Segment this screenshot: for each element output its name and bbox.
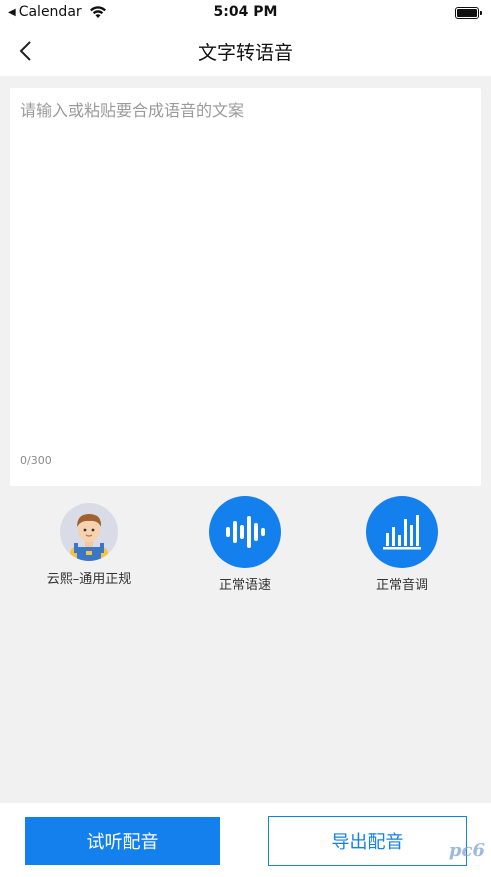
pitch-label: 正常音调 xyxy=(375,578,428,593)
text-editor-card: 0/300 xyxy=(10,88,481,486)
voice-avatar xyxy=(60,503,118,561)
pitch-button[interactable] xyxy=(366,496,438,568)
watermark-text: pc6 xyxy=(448,839,485,861)
voice-options: 云熙–通用正规 正常语速 正常音调 xyxy=(0,496,491,596)
watermark-logo: pc6 xyxy=(449,836,485,864)
equalizer-icon xyxy=(383,515,421,550)
pitch-option[interactable]: 正常音调 xyxy=(327,496,477,596)
speed-label: 正常语速 xyxy=(218,578,271,593)
char-counter: 0/300 xyxy=(20,454,52,467)
text-input[interactable] xyxy=(20,100,470,450)
status-time: 5:04 PM xyxy=(213,4,278,20)
nav-bar: 文字转语音 xyxy=(0,26,491,76)
page-title: 文字转语音 xyxy=(197,42,293,64)
voice-select-option[interactable]: 云熙–通用正规 xyxy=(14,496,164,596)
speed-option[interactable]: 正常语速 xyxy=(170,496,320,596)
export-button[interactable]: 导出配音 xyxy=(268,816,467,866)
voice-label: 云熙–通用正规 xyxy=(46,572,132,587)
battery-icon xyxy=(455,7,482,19)
preview-button[interactable]: 试听配音 xyxy=(25,817,220,865)
status-bar: ◀ Calendar 5:04 PM xyxy=(0,0,491,26)
person-avatar-icon xyxy=(70,514,108,561)
speed-button[interactable] xyxy=(209,496,281,568)
bottom-action-bar: 试听配音 导出配音 xyxy=(0,803,491,877)
sound-wave-icon xyxy=(226,516,265,548)
